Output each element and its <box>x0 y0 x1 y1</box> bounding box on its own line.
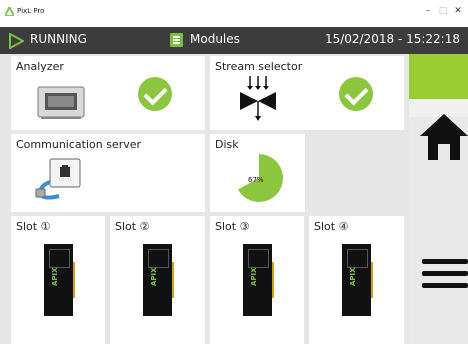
menu-icon[interactable] <box>422 259 468 295</box>
side-accent-bar <box>409 54 468 99</box>
analyzer-label: Analyzer <box>16 60 64 73</box>
disk-label: Disk <box>215 138 239 151</box>
stream-selector-label: Stream selector <box>215 60 303 73</box>
slot-3-label: Slot ③ <box>215 220 250 233</box>
side-navigation <box>409 54 468 344</box>
slot-1-card: APIX <box>44 244 75 316</box>
slot-3-panel[interactable]: Slot ③ APIX <box>210 216 304 344</box>
slot-2-card-text: APIX <box>150 267 158 286</box>
close-button[interactable]: ✕ <box>451 4 465 18</box>
slot-4-card-text: APIX <box>349 267 357 286</box>
stream-selector-ok-icon <box>339 77 373 111</box>
communication-server-label: Communication server <box>16 138 142 151</box>
slot-1-panel[interactable]: Slot ① APIX <box>11 216 105 344</box>
network-port-icon <box>35 158 81 200</box>
slot-4-panel[interactable]: Slot ④ APIX <box>309 216 404 344</box>
maximize-button[interactable]: □ <box>436 4 450 18</box>
valve-icon <box>240 76 276 121</box>
minimize-button[interactable]: – <box>421 4 435 18</box>
slot-4-card: APIX <box>342 244 373 316</box>
slot-3-card-text: APIX <box>250 267 258 286</box>
window-titlebar: PixL Pro – □ ✕ <box>0 0 468 27</box>
section-title: Modules <box>190 32 240 46</box>
window-title: PixL Pro <box>17 7 45 15</box>
disk-usage-chart: 67% <box>237 154 283 202</box>
run-state: RUNNING <box>30 32 87 46</box>
slot-2-card: APIX <box>143 244 174 316</box>
slot-1-label: Slot ① <box>16 220 51 233</box>
slot-2-panel[interactable]: Slot ② APIX <box>110 216 205 344</box>
home-icon[interactable] <box>420 112 468 162</box>
analyzer-icon <box>37 86 85 119</box>
analyzer-panel[interactable]: Analyzer <box>11 56 205 130</box>
slot-2-label: Slot ② <box>115 220 150 233</box>
datetime: 15/02/2018 - 15:22:18 <box>324 32 460 46</box>
disk-usage-text: 67% <box>248 176 264 184</box>
modules-icon <box>170 33 183 47</box>
app-logo-icon <box>5 7 14 16</box>
analyzer-ok-icon <box>138 77 172 111</box>
slot-3-card: APIX <box>243 244 274 316</box>
status-bar: RUNNING Modules 15/02/2018 - 15:22:18 <box>0 27 468 54</box>
play-icon <box>9 33 24 49</box>
stream-selector-panel[interactable]: Stream selector <box>210 56 404 130</box>
communication-server-panel[interactable]: Communication server <box>11 134 205 212</box>
disk-panel[interactable]: Disk 67% <box>210 134 305 212</box>
slot-1-card-text: APIX <box>51 267 59 286</box>
slot-4-label: Slot ④ <box>314 220 349 233</box>
